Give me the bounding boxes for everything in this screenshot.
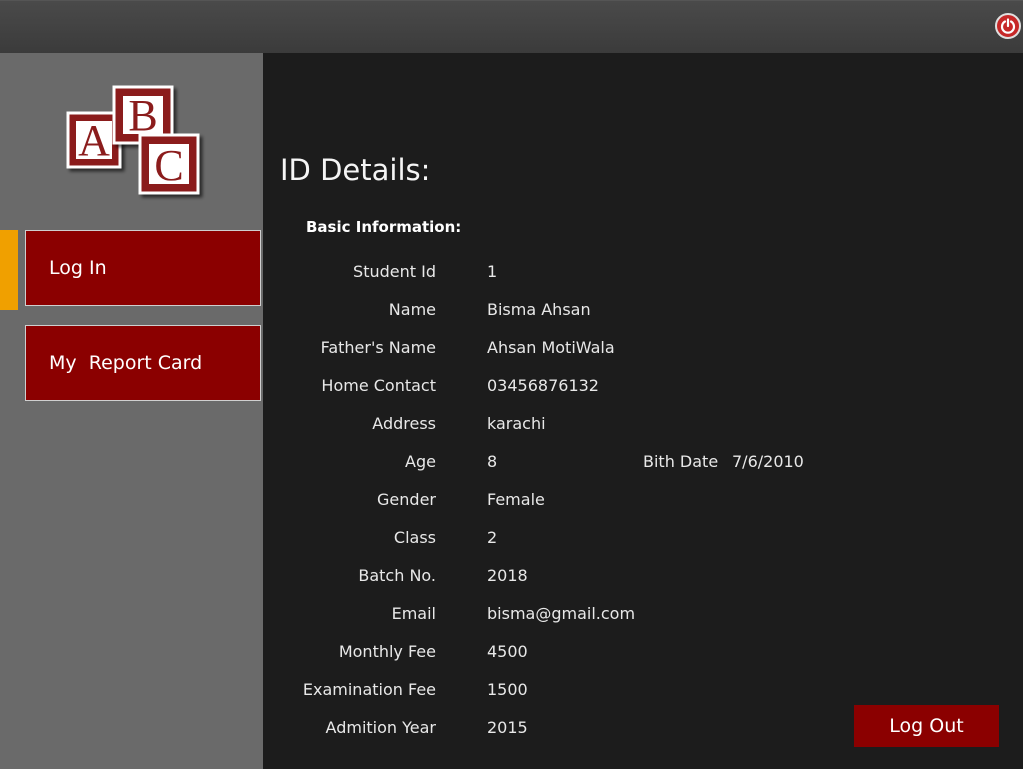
examination-fee-value: 1500 [487, 680, 528, 699]
svg-text:B: B [128, 91, 157, 140]
address-label: Address [372, 414, 436, 433]
age-label: Age [405, 452, 436, 471]
batch-no-label: Batch No. [358, 566, 436, 585]
admition-year-value: 2015 [487, 718, 528, 737]
admition-year-label: Admition Year [325, 718, 436, 737]
monthly-fee-label: Monthly Fee [338, 642, 436, 661]
sidebar: A B C Log In My Report Card [0, 53, 263, 769]
home-contact-value: 03456876132 [487, 376, 599, 395]
report-card-button[interactable]: My Report Card [25, 325, 261, 401]
logout-button[interactable]: Log Out [854, 705, 999, 747]
batch-no-value: 2018 [487, 566, 528, 585]
section-heading: Basic Information: [306, 218, 462, 236]
page-title: ID Details: [280, 153, 431, 187]
title-bar [0, 0, 1023, 53]
login-button[interactable]: Log In [25, 230, 261, 306]
birth-date-value: 7/6/2010 [732, 452, 804, 471]
name-label: Name [388, 300, 436, 319]
class-label: Class [393, 528, 436, 547]
address-value: karachi [487, 414, 546, 433]
svg-text:A: A [78, 116, 110, 165]
student-id-label: Student Id [353, 262, 436, 281]
active-indicator [0, 230, 18, 310]
svg-text:C: C [154, 141, 183, 190]
birth-date-label: Bith Date [643, 452, 719, 471]
examination-fee-label: Examination Fee [302, 680, 436, 699]
name-value: Bisma Ahsan [487, 300, 591, 319]
fathers-name-label: Father's Name [320, 338, 436, 357]
abc-blocks-logo: A B C [66, 85, 200, 195]
class-value: 2 [487, 528, 498, 547]
home-contact-label: Home Contact [321, 376, 436, 395]
main-panel: ID Details: Basic Information: Student I… [263, 53, 1023, 769]
power-icon[interactable] [995, 13, 1021, 39]
gender-value: Female [487, 490, 545, 509]
power-symbol [1000, 18, 1016, 34]
gender-label: Gender [377, 490, 436, 509]
age-value: 8 [487, 452, 498, 471]
monthly-fee-value: 4500 [487, 642, 528, 661]
student-id-value: 1 [487, 262, 498, 281]
email-label: Email [391, 604, 436, 623]
fathers-name-value: Ahsan MotiWala [487, 338, 615, 357]
email-value: bisma@gmail.com [487, 604, 636, 623]
